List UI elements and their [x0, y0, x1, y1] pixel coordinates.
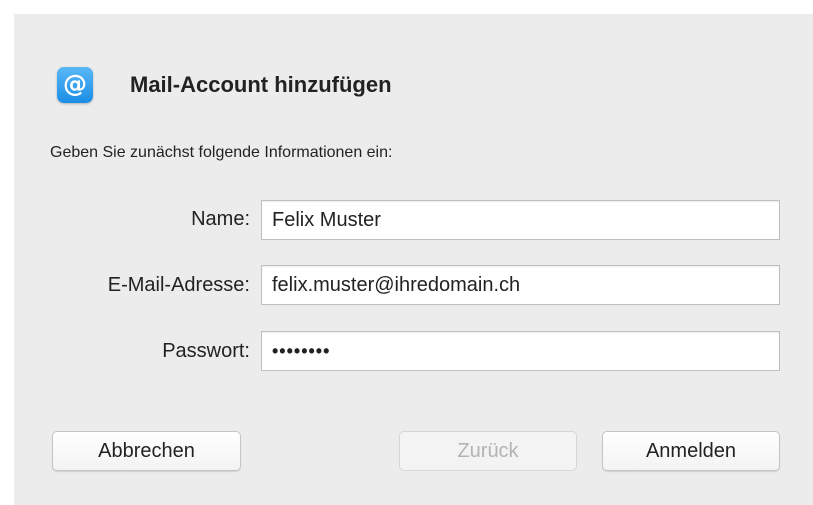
password-label: Passwort:: [162, 340, 250, 362]
mail-at-icon: @: [57, 67, 93, 103]
name-field[interactable]: Felix Muster: [261, 200, 780, 240]
cancel-button[interactable]: Abbrechen: [52, 431, 241, 471]
dialog-title: Mail-Account hinzufügen: [130, 72, 392, 97]
back-button[interactable]: Zurück: [399, 431, 577, 471]
sign-in-button[interactable]: Anmelden: [602, 431, 780, 471]
email-field[interactable]: felix.muster@ihredomain.ch: [261, 265, 780, 305]
email-label: E-Mail-Adresse:: [107, 274, 250, 296]
dialog-instructions: Geben Sie zunächst folgende Informatione…: [50, 144, 393, 161]
name-label: Name:: [191, 208, 250, 230]
password-field[interactable]: ••••••••: [261, 331, 780, 371]
